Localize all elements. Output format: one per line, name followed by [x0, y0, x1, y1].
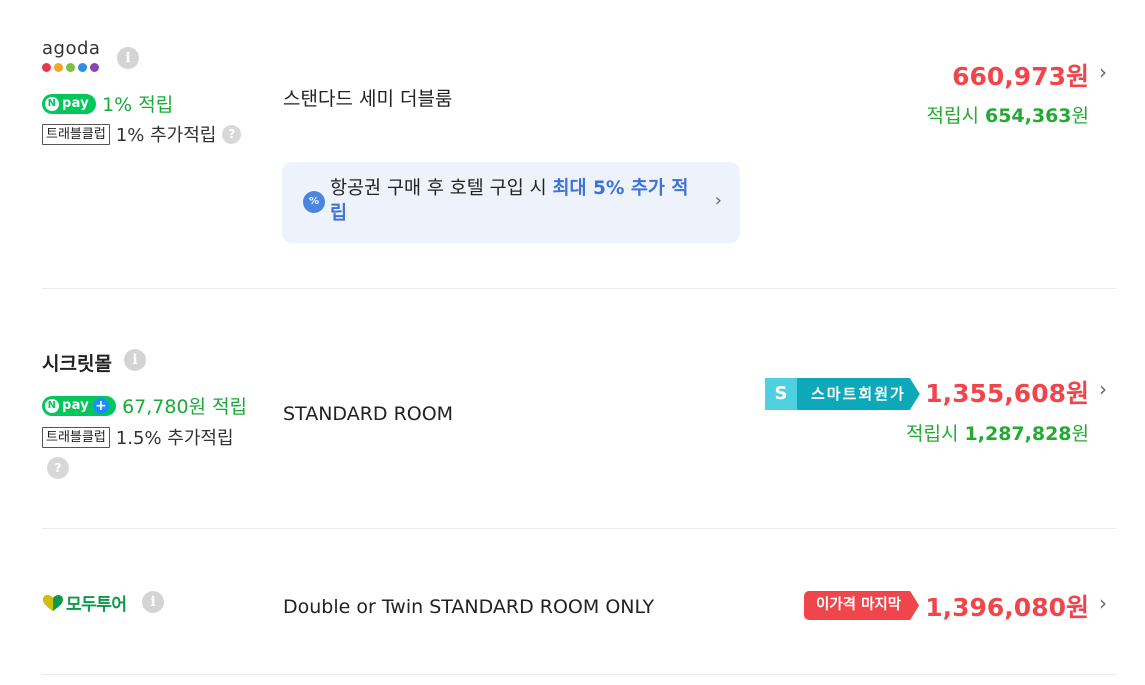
- heart-logo-icon: [43, 594, 63, 611]
- travel-club-reward: 트래블클럽 1% 추가적립 ?: [42, 121, 242, 147]
- promo-text: 항공권 구매 후 호텔 구입 시 최대 5% 추가 적립: [330, 178, 689, 224]
- last-price-tag: 이가격 마지막: [804, 591, 919, 620]
- chevron-right-icon[interactable]: ›: [1099, 60, 1107, 84]
- offer-row-agoda[interactable]: agoda i Npay 1% 적립 트래블클럽 1% 추가적립 ? 스탠다드 …: [0, 0, 1145, 288]
- price[interactable]: 1,396,080원: [925, 588, 1089, 624]
- travel-club-badge: 트래블클럽: [42, 426, 110, 448]
- vendor-name: 모두투어: [66, 595, 127, 615]
- reward-price: 적립시 1,287,828원: [906, 423, 1089, 445]
- chevron-right-icon: ›: [714, 190, 722, 211]
- npay-icon: Npay: [42, 93, 97, 114]
- help-icon[interactable]: ?: [47, 457, 69, 479]
- npay-reward: Npay 1% 적립: [42, 90, 173, 117]
- smart-member-price-tag: S 스마트회원가: [765, 378, 920, 410]
- modutour-logo: 모두투어: [42, 590, 127, 615]
- npay-reward: Npay + 67,780원 적립: [42, 392, 247, 419]
- reward-price: 적립시 654,363원: [926, 105, 1089, 127]
- price[interactable]: 1,355,608원: [925, 374, 1089, 410]
- agoda-dots: [42, 63, 104, 72]
- price[interactable]: 660,973원: [952, 57, 1089, 93]
- travel-club-text: 1.5% 추가적립: [115, 428, 234, 449]
- travel-club-reward: 트래블클럽 1.5% 추가적립: [42, 424, 234, 450]
- travel-club-badge: 트래블클럽: [42, 123, 110, 145]
- smart-s-icon: S: [765, 378, 797, 410]
- vendor-name: agoda: [42, 38, 101, 59]
- npay-reward-text: 67,780원 적립: [122, 396, 248, 418]
- npay-reward-text: 1% 적립: [102, 94, 174, 116]
- room-name: STANDARD ROOM: [283, 403, 454, 425]
- promo-banner[interactable]: % 항공권 구매 후 호텔 구입 시 최대 5% 추가 적립 ›: [282, 162, 740, 243]
- info-icon[interactable]: i: [117, 47, 139, 69]
- chevron-right-icon[interactable]: ›: [1099, 591, 1107, 615]
- room-name: Double or Twin STANDARD ROOM ONLY: [283, 596, 655, 618]
- info-icon[interactable]: i: [142, 591, 164, 613]
- agoda-logo: agoda: [42, 40, 104, 72]
- vendor-name: 시크릿몰: [42, 353, 112, 375]
- divider: [42, 674, 1116, 675]
- info-icon[interactable]: i: [124, 349, 146, 371]
- help-icon[interactable]: ?: [222, 124, 242, 144]
- room-name: 스탠다드 세미 더블룸: [283, 88, 453, 110]
- percent-badge-icon: %: [303, 191, 325, 213]
- npay-plus-icon: Npay +: [42, 395, 117, 416]
- travel-club-text: 1% 추가적립: [115, 125, 217, 146]
- smart-member-price-label: 스마트회원가: [797, 378, 920, 410]
- divider: [42, 528, 1116, 529]
- chevron-right-icon[interactable]: ›: [1099, 377, 1107, 401]
